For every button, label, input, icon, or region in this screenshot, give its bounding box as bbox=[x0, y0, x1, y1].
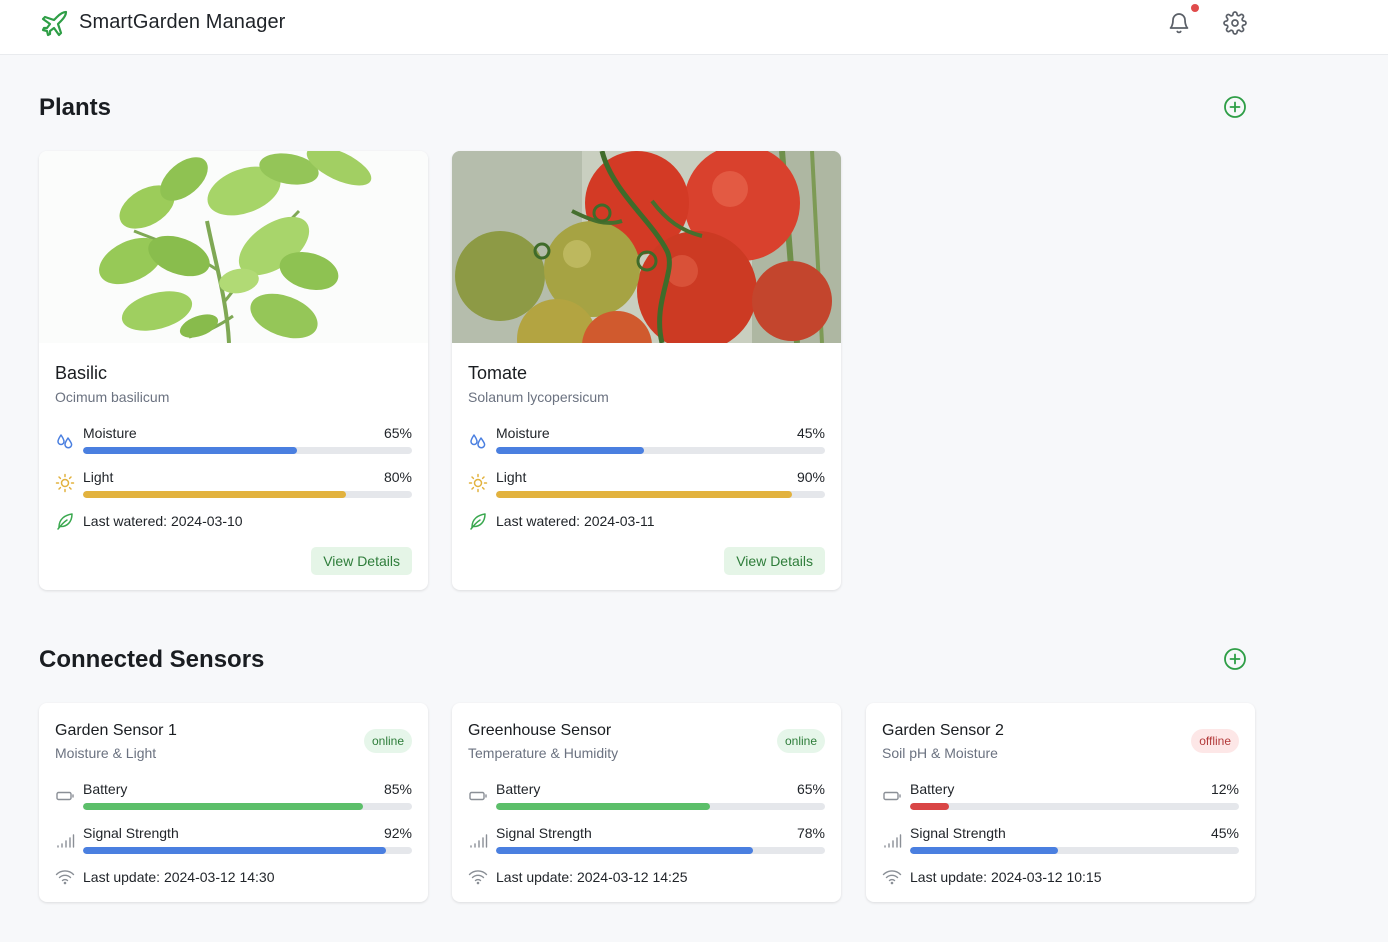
last-watered: Last watered: 2024-03-11 bbox=[496, 513, 655, 529]
notification-dot bbox=[1191, 4, 1199, 12]
battery-bar bbox=[83, 803, 412, 810]
battery-bar-fill bbox=[496, 803, 710, 810]
plant-scientific-name: Ocimum basilicum bbox=[55, 389, 170, 405]
signal-icon bbox=[884, 834, 902, 848]
plants-section-title: Plants bbox=[39, 94, 112, 121]
signal-value: 92% bbox=[383, 825, 412, 841]
sensor-name: Garden Sensor 2 bbox=[882, 722, 1004, 739]
signal-icon bbox=[470, 834, 488, 848]
sun-icon bbox=[468, 473, 488, 493]
battery-bar-fill bbox=[83, 803, 363, 810]
moisture-value: 65% bbox=[383, 425, 412, 441]
droplets-icon bbox=[470, 434, 486, 449]
app-title: SmartGarden Manager bbox=[79, 11, 286, 33]
signal-label: Signal Strength bbox=[910, 825, 1006, 841]
light-bar-fill bbox=[83, 491, 347, 498]
moisture-bar-fill bbox=[83, 447, 297, 454]
light-label: Light bbox=[496, 469, 527, 485]
battery-label: Battery bbox=[496, 781, 541, 797]
signal-icon bbox=[57, 834, 75, 848]
light-bar bbox=[83, 491, 412, 498]
sensor-type: Soil pH & Moisture bbox=[882, 745, 998, 761]
battery-bar-fill bbox=[910, 803, 950, 810]
light-value: 80% bbox=[383, 469, 412, 485]
sensor-name: Garden Sensor 1 bbox=[55, 722, 177, 739]
top-bar: SmartGarden Manager bbox=[0, 0, 1388, 55]
plus-circle-icon[interactable] bbox=[1223, 647, 1247, 671]
moisture-label: Moisture bbox=[496, 425, 550, 441]
plant-scientific-name: Solanum lycopersicum bbox=[468, 389, 609, 405]
signal-bar-fill bbox=[83, 847, 386, 854]
signal-bar bbox=[83, 847, 412, 854]
battery-label: Battery bbox=[910, 781, 955, 797]
status-badge: offline bbox=[1191, 729, 1239, 753]
signal-label: Signal Strength bbox=[83, 825, 179, 841]
signal-value: 78% bbox=[796, 825, 825, 841]
sensor-card-greenhouse-sensor: Greenhouse Sensor Temperature & Humidity… bbox=[452, 703, 841, 902]
tomato-plant-photo bbox=[452, 151, 841, 343]
battery-value: 65% bbox=[796, 781, 825, 797]
sensors-section-title: Connected Sensors bbox=[39, 646, 265, 673]
last-update: Last update: 2024-03-12 10:15 bbox=[910, 869, 1102, 885]
leaf-icon bbox=[470, 513, 486, 530]
sensor-card-garden-sensor-1: Garden Sensor 1 Moisture & Light online … bbox=[39, 703, 428, 902]
droplets-icon bbox=[57, 434, 73, 449]
battery-bar bbox=[910, 803, 1239, 810]
plant-card-basilic: Basilic Ocimum basilicum Moisture 65% Li… bbox=[39, 151, 428, 590]
battery-icon bbox=[469, 791, 487, 801]
plant-name: Tomate bbox=[468, 363, 528, 383]
moisture-bar bbox=[496, 447, 825, 454]
moisture-bar-fill bbox=[496, 447, 645, 454]
plus-circle-icon[interactable] bbox=[1223, 95, 1247, 119]
sensor-name: Greenhouse Sensor bbox=[468, 722, 612, 739]
basil-plant-photo bbox=[39, 151, 428, 343]
moisture-bar bbox=[83, 447, 412, 454]
signal-bar-fill bbox=[496, 847, 753, 854]
battery-label: Battery bbox=[83, 781, 128, 797]
moisture-label: Moisture bbox=[83, 425, 137, 441]
battery-bar bbox=[496, 803, 825, 810]
settings-button[interactable] bbox=[1222, 10, 1248, 36]
bell-icon bbox=[1169, 13, 1189, 34]
sensor-type: Temperature & Humidity bbox=[468, 745, 619, 761]
sensor-card-garden-sensor-2: Garden Sensor 2 Soil pH & Moisture offli… bbox=[866, 703, 1255, 902]
light-label: Light bbox=[83, 469, 114, 485]
last-watered: Last watered: 2024-03-10 bbox=[83, 513, 243, 529]
status-badge: online bbox=[363, 729, 412, 753]
last-update: Last update: 2024-03-12 14:30 bbox=[83, 869, 275, 885]
wifi-icon bbox=[468, 870, 488, 885]
plane-icon bbox=[41, 10, 68, 37]
sensor-type: Moisture & Light bbox=[55, 745, 157, 761]
last-update: Last update: 2024-03-12 14:25 bbox=[496, 869, 688, 885]
wifi-icon bbox=[55, 870, 75, 885]
battery-value: 12% bbox=[1210, 781, 1239, 797]
signal-bar-fill bbox=[910, 847, 1059, 854]
light-bar-fill bbox=[496, 491, 793, 498]
moisture-value: 45% bbox=[796, 425, 825, 441]
battery-icon bbox=[883, 791, 901, 801]
signal-bar bbox=[496, 847, 825, 854]
light-value: 90% bbox=[796, 469, 825, 485]
signal-label: Signal Strength bbox=[496, 825, 592, 841]
battery-value: 85% bbox=[383, 781, 412, 797]
signal-bar bbox=[910, 847, 1239, 854]
notifications-button[interactable] bbox=[1166, 10, 1192, 36]
view-details-button[interactable]: View Details bbox=[311, 547, 412, 575]
plant-name: Basilic bbox=[55, 363, 108, 383]
gear-icon bbox=[1223, 11, 1247, 35]
plant-card-tomate: Tomate Solanum lycopersicum Moisture 45%… bbox=[452, 151, 841, 590]
leaf-icon bbox=[57, 513, 73, 530]
light-bar bbox=[496, 491, 825, 498]
view-details-button[interactable]: View Details bbox=[724, 547, 825, 575]
wifi-icon bbox=[882, 870, 902, 885]
signal-value: 45% bbox=[1210, 825, 1239, 841]
sun-icon bbox=[55, 473, 75, 493]
battery-icon bbox=[56, 791, 74, 801]
status-badge: online bbox=[776, 729, 825, 753]
